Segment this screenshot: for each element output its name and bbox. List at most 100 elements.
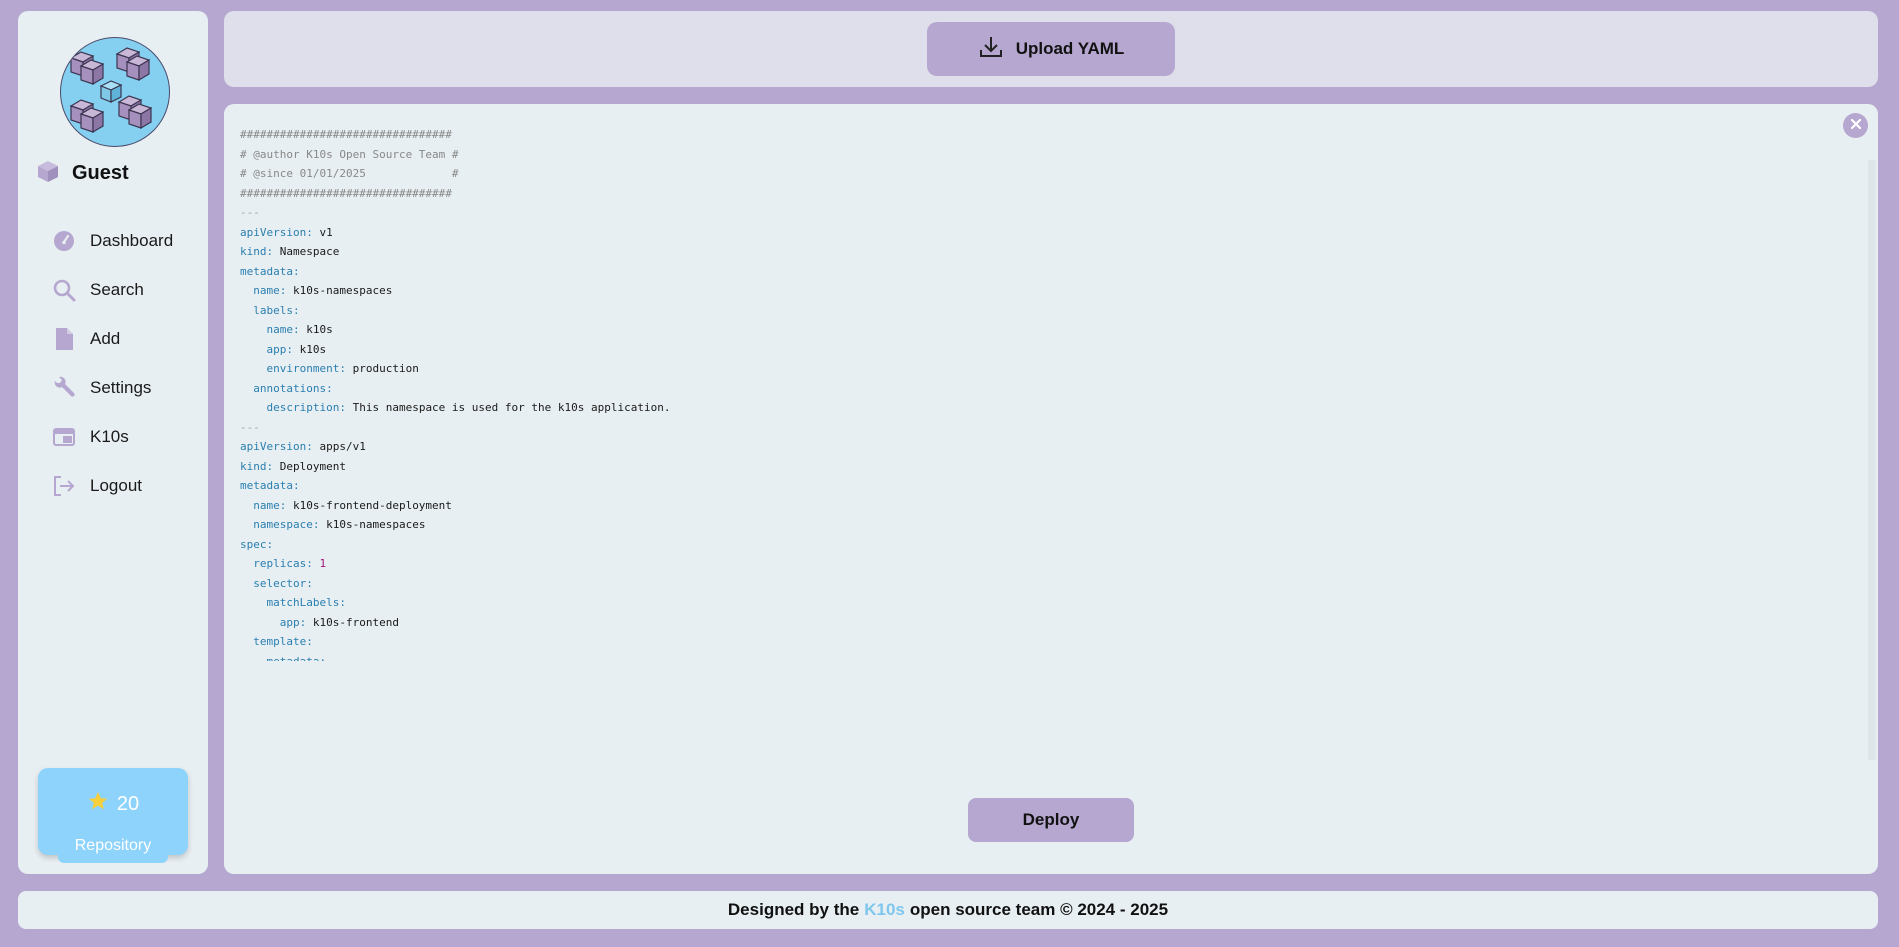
- star-count-value: 20: [116, 792, 140, 815]
- code-token: apps/v1: [312, 440, 366, 453]
- sidebar-item-logout[interactable]: Logout: [52, 461, 173, 510]
- user-name: Guest: [72, 162, 129, 184]
- code-line: kind: Namespace: [240, 242, 1845, 262]
- sidebar-item-k10s[interactable]: K10s: [52, 412, 173, 461]
- top-toolbar: Upload YAML: [224, 11, 1878, 87]
- code-token: selector:: [240, 576, 313, 590]
- sidebar-item-label: Add: [90, 328, 121, 348]
- file-icon: [52, 327, 76, 351]
- code-line: metadata:: [240, 262, 1845, 282]
- code-line: kind: Deployment: [240, 457, 1845, 477]
- close-icon: [1850, 117, 1862, 135]
- editor-scrollbar[interactable]: [1868, 160, 1876, 760]
- code-token: production: [345, 362, 419, 375]
- code-line: annotations:: [240, 379, 1845, 399]
- window-icon: [52, 425, 76, 449]
- footer-suffix: open source team © 2024 - 2025: [909, 900, 1169, 919]
- code-token: ################################: [240, 128, 452, 141]
- code-token: apiVersion:: [240, 225, 313, 239]
- cube-icon: [36, 159, 60, 188]
- code-line: metadata:: [240, 652, 1845, 662]
- sidebar-item-label: Settings: [90, 377, 152, 397]
- code-line: # @author K10s Open Source Team #: [240, 145, 1845, 165]
- code-token: k10s-frontend-deployment: [286, 498, 452, 512]
- code-line: name: k10s: [240, 320, 1845, 340]
- code-token: k10s-namespaces: [319, 518, 426, 531]
- code-line: app: k10s: [240, 340, 1845, 360]
- code-line: selector:: [240, 574, 1845, 594]
- code-token: environment:: [240, 362, 346, 375]
- star-count: 20: [38, 790, 188, 818]
- sidebar-item-add[interactable]: Add: [52, 314, 173, 363]
- code-line: name: k10s-namespaces: [240, 281, 1845, 301]
- code-token: namespace:: [240, 518, 320, 531]
- sidebar-nav: Dashboard Search Add Settings K10s Logou…: [52, 216, 173, 510]
- upload-yaml-label: Upload YAML: [1015, 39, 1125, 58]
- code-line: namespace: k10s-namespaces: [240, 515, 1845, 535]
- code-line: ################################: [240, 125, 1845, 145]
- code-token: k10s-namespaces: [286, 284, 393, 297]
- sidebar-item-settings[interactable]: Settings: [52, 363, 173, 412]
- code-line: name: k10s-frontend-deployment: [240, 496, 1845, 516]
- sidebar-item-dashboard[interactable]: Dashboard: [52, 216, 173, 265]
- code-token: labels:: [240, 303, 300, 317]
- sidebar-item-label: Logout: [90, 475, 142, 495]
- sidebar: Guest Dashboard Search Add Settings K10s…: [18, 11, 208, 874]
- code-line: spec:: [240, 535, 1845, 555]
- code-token: # @author K10s Open Source Team #: [240, 147, 459, 161]
- code-token: app:: [240, 615, 307, 629]
- code-token: ---: [240, 206, 260, 219]
- footer-brand-link[interactable]: K10s: [864, 900, 905, 920]
- user-info: Guest: [36, 159, 129, 188]
- code-token: metadata:: [240, 264, 300, 278]
- sidebar-item-label: Search: [90, 279, 144, 299]
- code-token: k10s: [292, 342, 327, 356]
- code-token: kind:: [240, 459, 274, 473]
- repository-label: Repository: [58, 833, 168, 863]
- sidebar-item-search[interactable]: Search: [52, 265, 173, 314]
- code-token: k10s: [299, 323, 333, 336]
- upload-yaml-button[interactable]: Upload YAML: [927, 22, 1175, 76]
- code-token: This namespace is used for the k10s appl…: [345, 401, 671, 414]
- code-line: replicas: 1: [240, 554, 1845, 574]
- download-icon: [978, 34, 1004, 65]
- code-line: matchLabels:: [240, 593, 1845, 613]
- code-line: app: k10s-frontend: [240, 613, 1845, 633]
- sidebar-item-label: K10s: [90, 426, 129, 446]
- star-icon: [87, 790, 109, 818]
- code-line: ---: [240, 203, 1845, 223]
- code-token: matchLabels:: [240, 596, 346, 609]
- code-line: environment: production: [240, 359, 1845, 379]
- code-token: spec:: [240, 537, 274, 551]
- deploy-button[interactable]: Deploy: [968, 798, 1134, 842]
- code-token: template:: [240, 635, 313, 648]
- code-token: Deployment: [273, 459, 346, 473]
- code-token: kind:: [240, 245, 274, 258]
- dashboard-icon: [52, 229, 76, 253]
- code-line: template:: [240, 632, 1845, 652]
- code-token: metadata:: [240, 654, 327, 662]
- logout-icon: [52, 474, 76, 498]
- repository-button[interactable]: 20 Repository: [38, 768, 188, 863]
- code-line: description: This namespace is used for …: [240, 398, 1845, 418]
- code-token: ################################: [240, 186, 452, 200]
- yaml-code-editor[interactable]: ################################ # @autho…: [240, 125, 1845, 661]
- code-token: name:: [240, 323, 300, 336]
- code-line: # @since 01/01/2025 #: [240, 164, 1845, 184]
- code-line: apiVersion: apps/v1: [240, 437, 1845, 457]
- code-line: labels:: [240, 301, 1845, 321]
- code-token: apiVersion:: [240, 440, 313, 453]
- search-icon: [52, 278, 76, 302]
- code-token: Namespace: [273, 245, 340, 258]
- code-token: name:: [240, 498, 287, 512]
- yaml-editor-panel: ################################ # @autho…: [224, 104, 1878, 874]
- close-button[interactable]: [1843, 113, 1868, 138]
- footer: Designed by the K10s open source team © …: [18, 891, 1878, 929]
- code-line: metadata:: [240, 476, 1845, 496]
- code-token: k10s-frontend: [306, 615, 399, 629]
- code-token: replicas:: [240, 557, 313, 570]
- code-token: 1: [319, 557, 327, 570]
- code-token: annotations:: [240, 381, 333, 395]
- code-line: ---: [240, 418, 1845, 438]
- code-token: # @since 01/01/2025 #: [240, 167, 459, 180]
